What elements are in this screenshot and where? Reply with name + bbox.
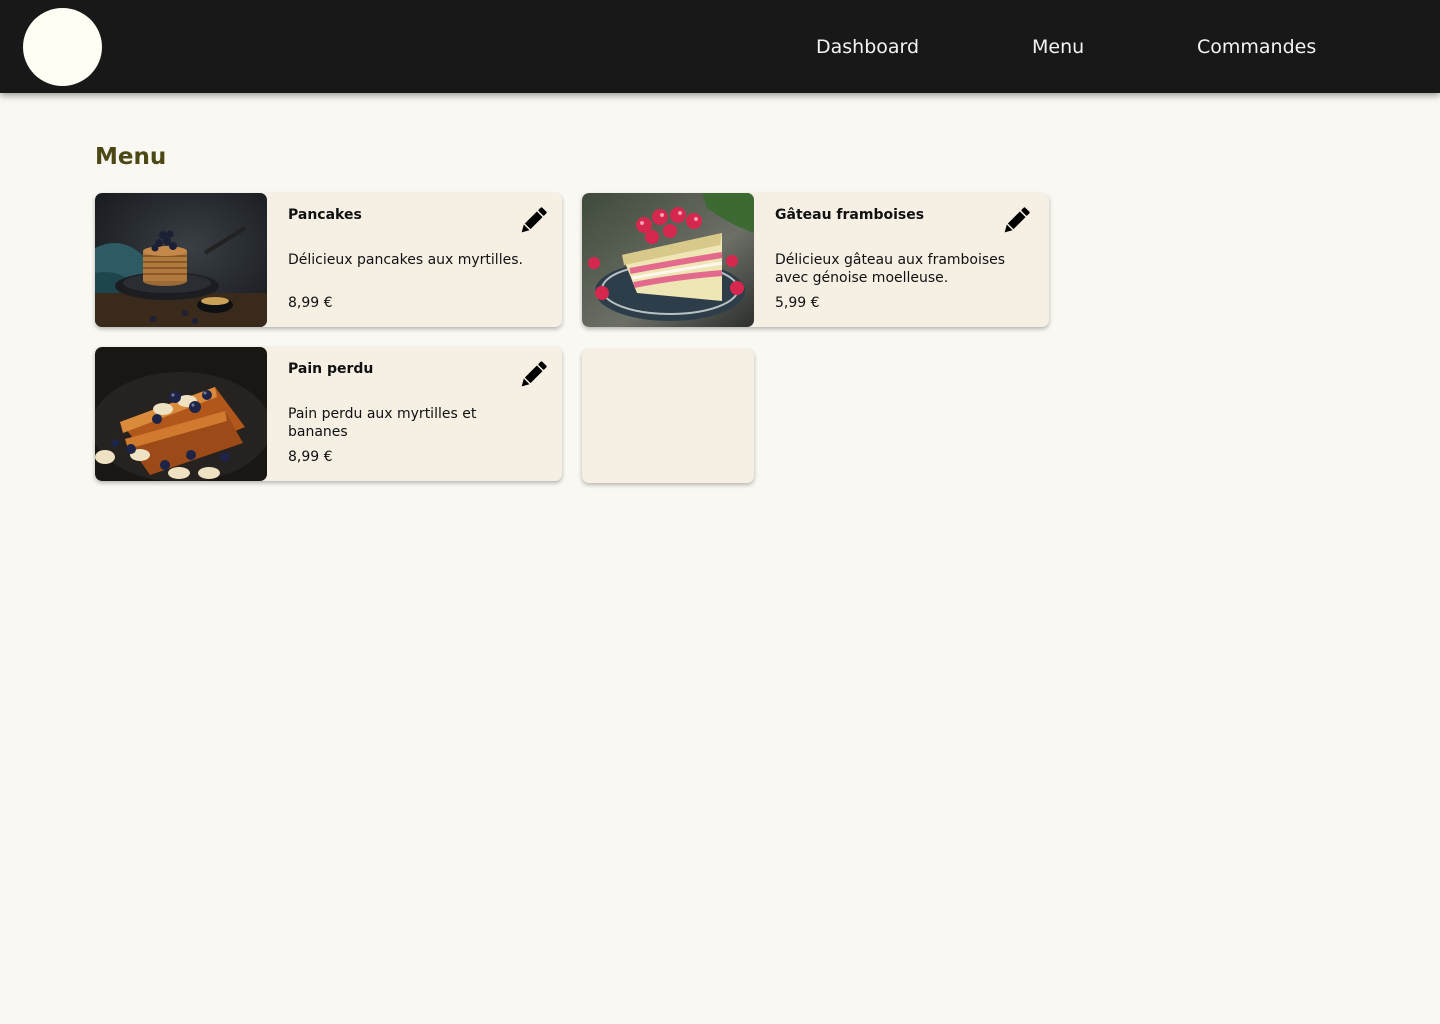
edit-button[interactable] xyxy=(515,203,551,239)
logo[interactable] xyxy=(23,8,102,86)
menu-item-card[interactable]: Pancakes Délicieux pancakes aux myrtille… xyxy=(95,193,562,327)
item-name: Gâteau framboises xyxy=(775,207,925,223)
empty-card-placeholder[interactable] xyxy=(582,349,754,483)
edit-button[interactable] xyxy=(515,357,551,393)
item-price: 8,99 € xyxy=(288,449,333,465)
pencil-icon xyxy=(521,361,547,387)
item-name: Pancakes xyxy=(288,207,362,223)
item-description: Délicieux gâteau aux framboises avec gén… xyxy=(775,252,1006,286)
menu-item-card[interactable]: Pain perdu Pain perdu aux myrtilles et b… xyxy=(95,347,562,481)
menu-item-card[interactable]: Gâteau framboises Délicieux gâteau aux f… xyxy=(582,193,1049,327)
pencil-icon xyxy=(521,207,547,233)
item-price: 5,99 € xyxy=(775,295,820,311)
top-navigation-bar: Dashboard Menu Commandes xyxy=(0,0,1440,93)
page-title: Menu xyxy=(95,144,167,170)
edit-button[interactable] xyxy=(998,203,1034,239)
item-description: Délicieux pancakes aux myrtilles. xyxy=(288,252,523,268)
nav-dashboard[interactable]: Dashboard xyxy=(816,33,919,61)
nav-commandes[interactable]: Commandes xyxy=(1197,33,1316,61)
item-description: Pain perdu aux myrtilles et bananes xyxy=(288,406,477,440)
nav-menu[interactable]: Menu xyxy=(1032,33,1084,61)
pencil-icon xyxy=(1004,207,1030,233)
french-toast-photo xyxy=(95,347,267,481)
item-name: Pain perdu xyxy=(288,361,374,377)
item-price: 8,99 € xyxy=(288,295,333,311)
pancakes-photo xyxy=(95,193,267,327)
raspberry-cake-photo xyxy=(582,193,754,327)
